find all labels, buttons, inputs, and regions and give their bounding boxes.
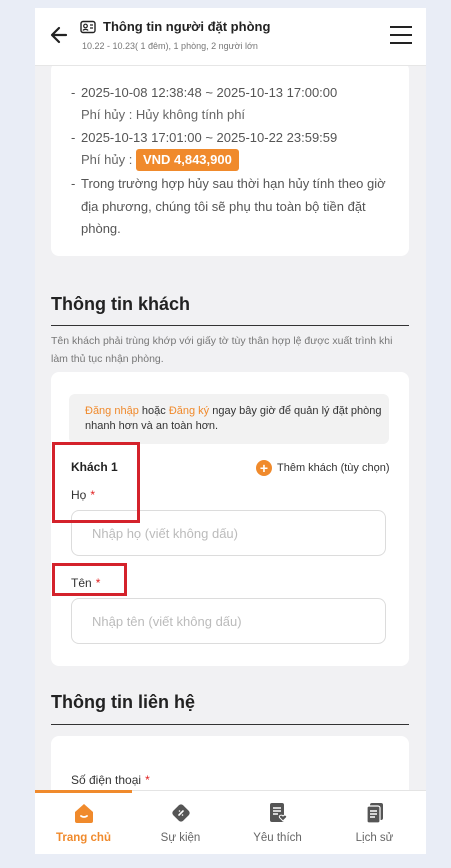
- nav-label: Sự kiện: [160, 832, 201, 844]
- nav-events[interactable]: Sự kiện: [132, 791, 229, 854]
- contact-form-card: Số điện thoại *: [51, 736, 409, 790]
- highlight-box: [52, 563, 127, 596]
- add-guest-label: Thêm khách (tùy chọn): [277, 462, 390, 474]
- history-icon: [366, 803, 383, 824]
- header: Thông tin người đặt phòng 10.22 - 10.23(…: [35, 8, 426, 66]
- event-icon: [172, 804, 190, 822]
- required-mark: *: [145, 773, 150, 787]
- policy-date-range: 2025-10-13 17:01:00 ~ 2025-10-22 23:59:5…: [81, 130, 338, 145]
- contact-section-title: Thông tin liên hệ: [51, 692, 195, 712]
- policy-date-range: 2025-10-08 12:38:48 ~ 2025-10-13 17:00:0…: [81, 85, 338, 100]
- policy-note: Trong trường hợp hủy sau thời hạn hủy tí…: [81, 176, 386, 236]
- nav-favorites[interactable]: Yêu thích: [229, 791, 326, 854]
- plus-icon: +: [256, 460, 272, 477]
- policy-fee: Phí hủy : Hủy không tính phí: [81, 107, 246, 122]
- login-link[interactable]: Đăng nhập: [85, 405, 139, 417]
- divider: [51, 325, 409, 326]
- content-area[interactable]: 2025-10-08 12:38:48 ~ 2025-10-13 17:00:0…: [35, 66, 426, 790]
- bottom-navigation: Trang chủ Sự kiện Yêu thích Lịch sử: [35, 790, 426, 854]
- policy-fee-label: Phí hủy :: [81, 152, 133, 167]
- divider: [51, 724, 409, 725]
- register-link[interactable]: Đăng ký: [169, 405, 209, 417]
- policy-item: Trong trường hợp hủy sau thời hạn hủy tí…: [71, 173, 391, 241]
- login-prompt: Đăng nhập hoặc Đăng ký ngay bây giờ để q…: [69, 394, 389, 444]
- booking-summary: 10.22 - 10.23( 1 đêm), 1 phòng, 2 người …: [82, 41, 258, 51]
- highlight-box: [52, 442, 140, 523]
- phone-label: Số điện thoại *: [71, 773, 150, 787]
- nav-home[interactable]: Trang chủ: [35, 790, 132, 854]
- add-guest-button[interactable]: + Thêm khách (tùy chọn): [256, 459, 390, 477]
- cancellation-fee-badge: VND 4,843,900: [135, 149, 239, 171]
- favorite-icon: [270, 803, 288, 822]
- guest-section-title: Thông tin khách: [51, 294, 190, 314]
- policy-item: 2025-10-08 12:38:48 ~ 2025-10-13 17:00:0…: [71, 82, 391, 126]
- booking-page: Thông tin người đặt phòng 10.22 - 10.23(…: [35, 8, 426, 854]
- nav-label: Lịch sử: [355, 832, 394, 844]
- first-name-input[interactable]: [71, 598, 386, 644]
- id-card-icon: [80, 20, 96, 34]
- guest-name-note: Tên khách phải trùng khớp với giấy tờ tù…: [51, 335, 393, 365]
- home-icon: [75, 804, 93, 823]
- back-arrow-icon[interactable]: [49, 24, 69, 46]
- page-title: Thông tin người đặt phòng: [103, 19, 271, 34]
- nav-label: Yêu thích: [253, 832, 302, 844]
- policy-item: 2025-10-13 17:01:00 ~ 2025-10-22 23:59:5…: [71, 127, 391, 171]
- nav-label: Trang chủ: [56, 832, 111, 844]
- menu-icon[interactable]: [390, 26, 412, 44]
- or-text: hoặc: [141, 405, 166, 417]
- cancellation-policy-card: 2025-10-08 12:38:48 ~ 2025-10-13 17:00:0…: [51, 66, 409, 256]
- phone-label-text: Số điện thoại: [71, 773, 142, 787]
- nav-history[interactable]: Lịch sử: [326, 791, 423, 854]
